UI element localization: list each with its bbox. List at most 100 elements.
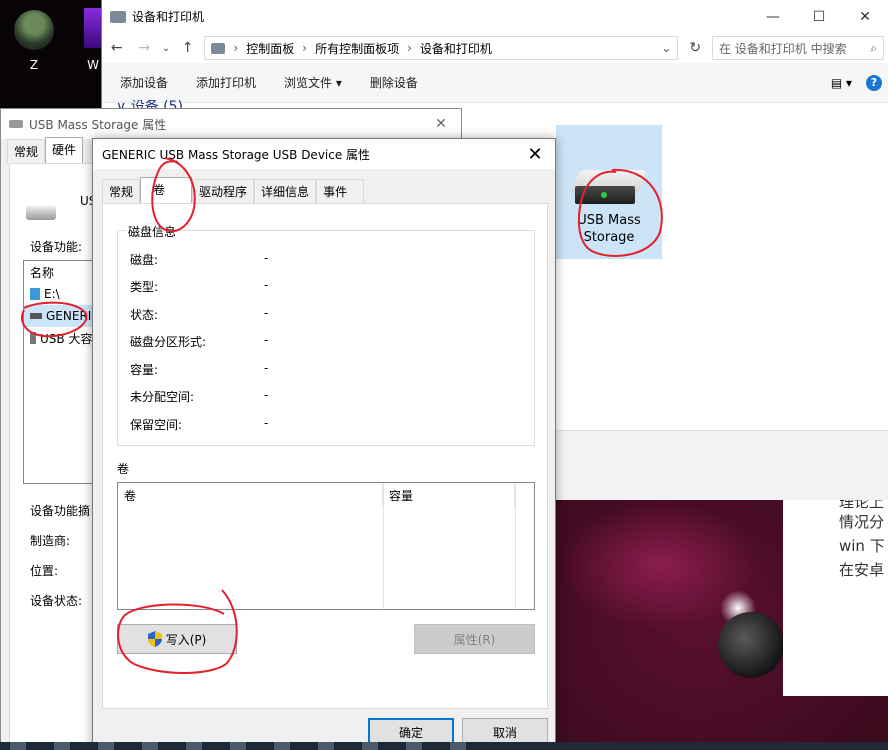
tab-events[interactable]: 事件 — [316, 179, 365, 203]
bokeh-glow — [560, 500, 760, 630]
breadcrumb-separator[interactable]: › — [407, 41, 412, 55]
tab-hardware[interactable]: 硬件 — [45, 137, 84, 163]
column-header-capacity[interactable]: 容量 — [383, 483, 515, 507]
breadcrumb-item[interactable]: 控制面板 — [246, 40, 294, 57]
type-label: 类型: — [130, 280, 159, 294]
remove-device-button[interactable]: 删除设备 — [370, 74, 418, 91]
app-icon[interactable] — [186, 742, 202, 750]
list-item-label: USB 大容 — [40, 331, 93, 346]
desktop-icon-app[interactable]: W — [84, 8, 102, 72]
view-toggle-icon[interactable]: ▤ ▾ — [831, 76, 852, 90]
disk-drive-icon — [30, 313, 42, 319]
volumes-table[interactable]: 卷 容量 — [117, 482, 535, 610]
up-icon[interactable]: ↑ — [177, 40, 199, 56]
app-icon[interactable] — [142, 742, 158, 750]
tab-driver[interactable]: 驱动程序 — [192, 179, 255, 203]
close-button[interactable]: ✕ — [421, 116, 461, 132]
desktop-icon-label: Z — [29, 58, 39, 72]
app-icon[interactable] — [362, 742, 378, 750]
partition-style-label: 磁盘分区形式: — [130, 335, 207, 349]
function-summary-label: 设备功能摘 — [30, 504, 91, 518]
help-icon[interactable]: ? — [866, 74, 882, 91]
close-button[interactable]: ✕ — [515, 144, 555, 165]
section-header-devices[interactable]: ∨ 设备 (5) — [116, 100, 183, 108]
tab-volumes[interactable]: 卷 — [140, 177, 193, 203]
dialog-title-bar: GENERIC USB Mass Storage USB Device 属性 ✕ — [93, 139, 555, 169]
list-header[interactable]: 名称 — [24, 261, 102, 283]
app-icon[interactable] — [274, 742, 290, 750]
minimize-button[interactable]: — — [750, 0, 796, 33]
user-avatar-icon — [14, 10, 54, 50]
search-input[interactable]: 在 设备和打印机 中搜索 ⌕ — [711, 36, 884, 60]
unallocated-space-value: - — [264, 388, 269, 402]
device-tile-usb-mass-storage[interactable]: USB Mass Storage — [556, 125, 662, 259]
add-printer-button[interactable]: 添加打印机 — [196, 74, 256, 91]
dialog-title-bar: USB Mass Storage 属性 ✕ — [1, 109, 461, 139]
populate-button-label: 写入(P) — [165, 632, 207, 647]
manufacturer-label: 制造商: — [30, 534, 71, 548]
unallocated-space-label: 未分配空间: — [130, 390, 195, 404]
start-icon[interactable] — [10, 742, 26, 750]
list-item-label: E:\ — [44, 287, 60, 301]
usb-drive-icon — [570, 170, 648, 208]
list-item[interactable]: E:\ — [24, 283, 102, 305]
capacity-value: - — [264, 361, 269, 375]
breadcrumb-separator[interactable]: › — [302, 41, 307, 55]
device-functions-label: 设备功能: — [30, 240, 83, 254]
browser-icon[interactable] — [98, 742, 114, 750]
refresh-icon[interactable]: ↻ — [684, 40, 706, 56]
desktop-icon-label: W — [87, 58, 99, 72]
app-icon[interactable] — [318, 742, 334, 750]
browse-files-button[interactable]: 浏览文件 ▾ — [284, 74, 342, 91]
maximize-button[interactable]: ☐ — [796, 0, 842, 33]
breadcrumb-item[interactable]: 所有控制面板项 — [315, 40, 399, 57]
add-device-button[interactable]: 添加设备 — [120, 74, 168, 91]
recent-locations-icon[interactable]: ⌄ — [161, 43, 171, 54]
app-icon[interactable] — [450, 742, 466, 750]
address-dropdown-icon[interactable]: ⌄ — [661, 41, 671, 55]
tab-general[interactable]: 常规 — [102, 179, 141, 203]
usb-drive-icon — [26, 206, 56, 220]
tab-general[interactable]: 常规 — [7, 139, 46, 163]
column-header-volume[interactable]: 卷 — [118, 483, 383, 507]
bokeh-orb — [718, 612, 784, 678]
disk-value: - — [264, 251, 269, 265]
populate-button[interactable]: 写入(P) — [117, 624, 237, 654]
device-name: USB Mass Storage — [577, 213, 641, 245]
article-line: 在安卓 — [839, 561, 885, 579]
usb-plug-icon — [30, 332, 36, 344]
app-icon[interactable] — [406, 742, 422, 750]
disk-info-legend: 磁盘信息 — [126, 223, 179, 240]
capacity-label: 容量: — [130, 363, 159, 377]
command-bar: 添加设备 添加打印机 浏览文件 ▾ 删除设备 ▤ ▾ ? — [102, 63, 888, 103]
address-bar[interactable]: › 控制面板 › 所有控制面板项 › 设备和打印机 ⌄ — [204, 36, 679, 60]
breadcrumb-item[interactable]: 设备和打印机 — [420, 40, 492, 57]
volumes-label: 卷 — [117, 462, 130, 476]
dialog-title: USB Mass Storage 属性 — [29, 117, 167, 132]
dialog-title: GENERIC USB Mass Storage USB Device 属性 — [102, 147, 371, 162]
location-label: 位置: — [30, 564, 59, 578]
device-functions-list[interactable]: 名称 E:\ GENERIC USB 大容 — [23, 260, 103, 484]
drive-icon — [30, 288, 40, 300]
type-value: - — [264, 278, 269, 292]
breadcrumb-separator[interactable]: › — [233, 41, 238, 55]
column-divider — [515, 483, 516, 609]
disk-info-group: 磁盘信息 磁盘: - 类型: - 状态: - 磁盘分区形式: - 容量: - 未… — [117, 223, 535, 446]
app-icon[interactable] — [230, 742, 246, 750]
list-item[interactable]: GENERIC — [24, 305, 102, 327]
file-explorer-icon[interactable] — [54, 742, 70, 750]
forward-icon[interactable]: → — [134, 40, 156, 56]
reserved-space-value: - — [264, 416, 269, 430]
list-item[interactable]: USB 大容 — [24, 327, 102, 349]
volume-properties-button[interactable]: 属性(R) — [414, 624, 535, 654]
control-panel-icon — [211, 42, 226, 54]
window-title-bar: 设备和打印机 — ☐ ✕ — [102, 0, 888, 33]
device-status-label: 设备状态: — [30, 594, 83, 608]
desktop-icon-user[interactable]: Z — [12, 10, 56, 72]
tab-details[interactable]: 详细信息 — [254, 179, 317, 203]
article-line: 理论上 — [839, 500, 885, 510]
generic-usb-device-properties-dialog: GENERIC USB Mass Storage USB Device 属性 ✕… — [92, 138, 556, 750]
close-button[interactable]: ✕ — [842, 0, 888, 33]
search-icon[interactable]: ⌕ — [870, 41, 877, 56]
back-icon[interactable]: ← — [106, 40, 128, 56]
